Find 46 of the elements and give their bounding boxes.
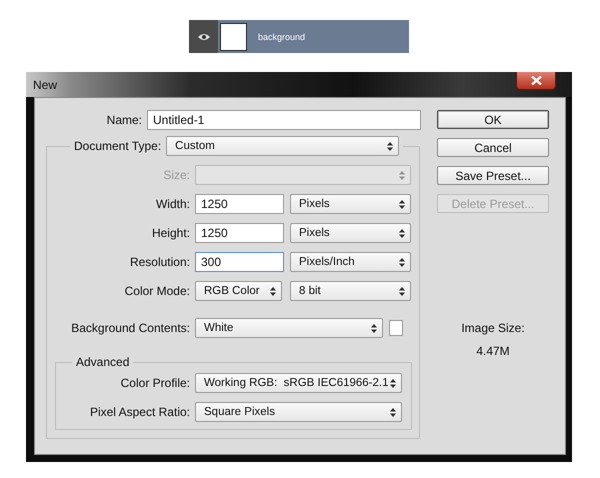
text-field[interactable]: Untitled-1 bbox=[147, 110, 421, 130]
text-field[interactable]: 300 bbox=[195, 252, 284, 272]
dialog-button[interactable]: OK bbox=[437, 110, 549, 129]
layer-name[interactable]: background bbox=[258, 32, 306, 42]
updown-arrow-icon bbox=[387, 142, 394, 150]
updown-arrow-icon bbox=[399, 258, 405, 266]
layer-thumbnail bbox=[220, 22, 247, 50]
updown-arrow-icon bbox=[399, 228, 405, 238]
updown-arrow-icon bbox=[270, 286, 276, 296]
field-label: Background Contents: bbox=[70, 321, 190, 335]
updown-arrow-icon bbox=[390, 378, 396, 388]
field-label: Height: bbox=[150, 226, 190, 240]
dropdown[interactable]: Pixels bbox=[290, 223, 411, 243]
dropdown[interactable]: Custom bbox=[166, 136, 400, 156]
field-label: Document Type: bbox=[74, 139, 162, 153]
dialog-button[interactable]: Save Preset... bbox=[437, 166, 549, 185]
field-label: Size: bbox=[162, 168, 190, 182]
eye-icon[interactable] bbox=[198, 32, 210, 40]
text-field[interactable]: 1250 bbox=[195, 223, 284, 243]
dropdown[interactable]: 8 bit bbox=[290, 281, 411, 301]
dialog-button[interactable]: Cancel bbox=[437, 138, 549, 157]
dropdown[interactable]: Square Pixels bbox=[195, 402, 402, 422]
close-icon bbox=[530, 76, 542, 85]
field-label: Name: bbox=[106, 113, 142, 127]
dropdown[interactable]: Pixels bbox=[290, 194, 411, 214]
updown-arrow-icon bbox=[371, 324, 377, 332]
dropdown[interactable]: Working RGB: sRGB IEC61966-2.1 bbox=[195, 373, 402, 393]
close-button[interactable] bbox=[516, 72, 556, 90]
field-label: Color Profile: bbox=[120, 376, 190, 390]
dropdown[interactable]: Pixels/Inch bbox=[290, 252, 411, 272]
section-title: Advanced bbox=[75, 355, 130, 369]
updown-arrow-icon bbox=[390, 408, 396, 416]
image-size-label: Image Size: bbox=[461, 321, 525, 335]
field-label: Resolution: bbox=[128, 255, 190, 269]
field-label: Pixel Aspect Ratio: bbox=[88, 405, 190, 419]
field-label: Color Mode: bbox=[124, 284, 190, 298]
updown-arrow-icon bbox=[399, 170, 405, 180]
updown-arrow-icon bbox=[399, 200, 405, 208]
dropdown[interactable]: White bbox=[195, 318, 383, 338]
text-field[interactable]: 1250 bbox=[195, 194, 284, 214]
updown-arrow-icon bbox=[399, 286, 405, 296]
color-swatch[interactable] bbox=[389, 320, 403, 336]
image-size-value: 4.47M bbox=[476, 344, 510, 358]
dropdown[interactable]: RGB Color bbox=[195, 281, 282, 301]
window-title: New bbox=[33, 78, 58, 92]
field-label: Width: bbox=[154, 197, 190, 211]
